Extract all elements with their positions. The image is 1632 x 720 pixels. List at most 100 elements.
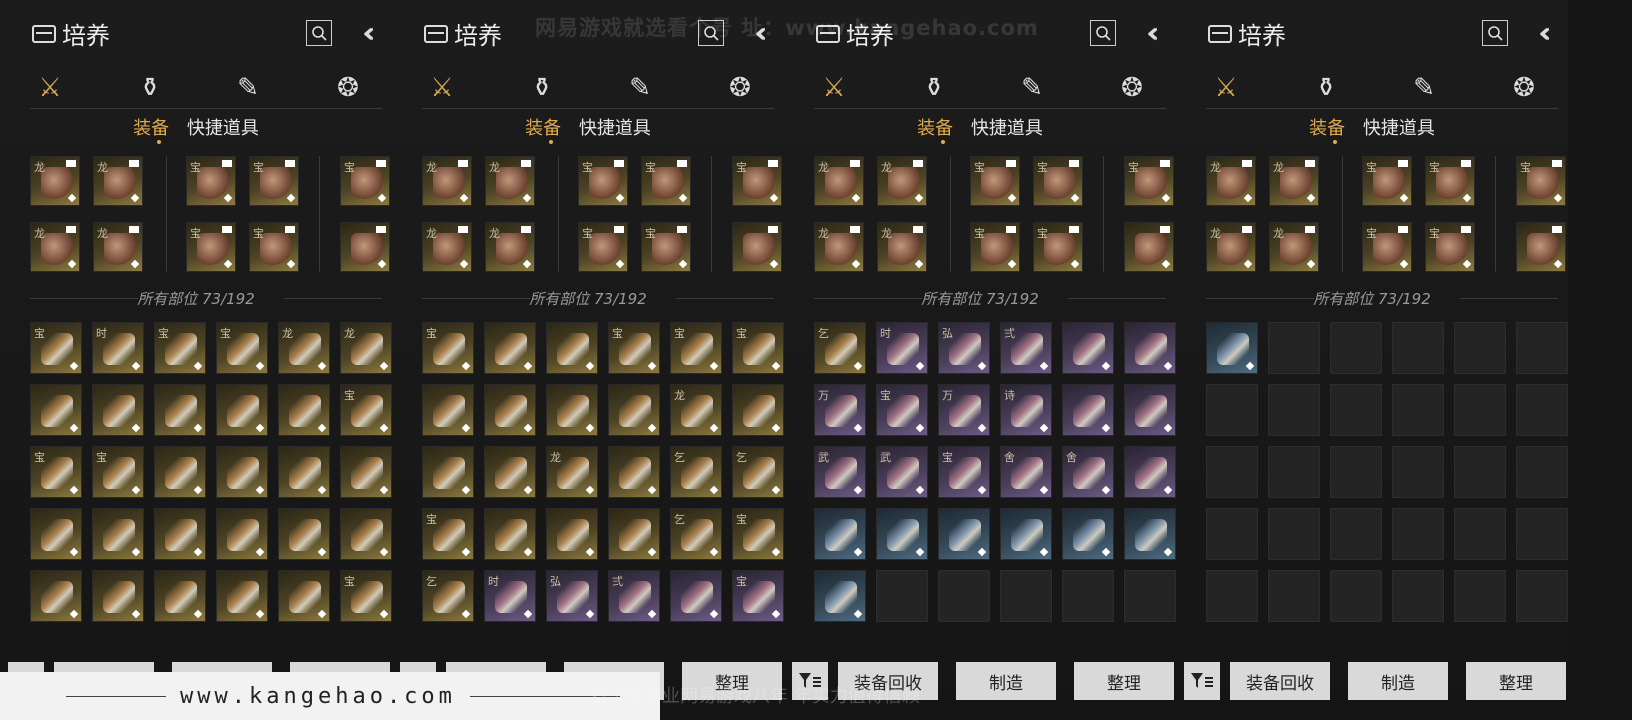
- inventory-slot[interactable]: [1330, 384, 1382, 436]
- inventory-slot[interactable]: [1392, 384, 1444, 436]
- inventory-slot[interactable]: 宝: [422, 508, 474, 560]
- equipped-slot[interactable]: 宝: [249, 222, 299, 272]
- inventory-slot[interactable]: [1454, 322, 1506, 374]
- equipped-slot[interactable]: 宝: [1124, 156, 1174, 206]
- inventory-slot[interactable]: 宝: [876, 384, 928, 436]
- inventory-slot[interactable]: [1124, 446, 1176, 498]
- inventory-slot[interactable]: [1000, 508, 1052, 560]
- inventory-slot[interactable]: [1124, 322, 1176, 374]
- equipped-slot[interactable]: 宝: [340, 156, 390, 206]
- inventory-slot[interactable]: [30, 570, 82, 622]
- inventory-slot[interactable]: 宝: [732, 570, 784, 622]
- equipped-slot[interactable]: 宝: [732, 156, 782, 206]
- equipped-slot[interactable]: 宝: [578, 156, 628, 206]
- equipped-slot[interactable]: 龙: [877, 222, 927, 272]
- equipped-slot[interactable]: 宝: [970, 156, 1020, 206]
- back-arrows-icon[interactable]: ‹‹‹: [362, 16, 375, 49]
- equipped-slot[interactable]: 龙: [30, 156, 80, 206]
- equipped-slot[interactable]: 龙: [1206, 222, 1256, 272]
- inventory-slot[interactable]: [340, 508, 392, 560]
- inventory-slot[interactable]: [216, 508, 268, 560]
- inventory-slot[interactable]: [1392, 322, 1444, 374]
- inventory-slot[interactable]: [92, 384, 144, 436]
- equipped-slot[interactable]: 宝: [1033, 222, 1083, 272]
- inventory-slot[interactable]: 宝: [340, 570, 392, 622]
- inventory-slot[interactable]: 弍: [608, 570, 660, 622]
- inventory-slot[interactable]: [216, 570, 268, 622]
- inventory-slot[interactable]: 万: [938, 384, 990, 436]
- tab-equipment[interactable]: 装备: [133, 118, 169, 139]
- inventory-slot[interactable]: 弍: [1000, 322, 1052, 374]
- equipped-slot[interactable]: 龙: [422, 156, 472, 206]
- inventory-slot[interactable]: 时: [92, 322, 144, 374]
- crossed-swords-icon[interactable]: ⚔: [424, 70, 460, 106]
- scroll-icon[interactable]: ✎: [622, 70, 658, 106]
- inventory-slot[interactable]: [1062, 508, 1114, 560]
- equipped-slot[interactable]: 龙: [485, 156, 535, 206]
- inventory-slot[interactable]: [938, 508, 990, 560]
- inventory-slot[interactable]: [422, 384, 474, 436]
- pouch-icon[interactable]: ⚱: [916, 70, 952, 106]
- inventory-slot[interactable]: 武: [814, 446, 866, 498]
- equipped-slot[interactable]: 宝: [186, 156, 236, 206]
- inventory-slot[interactable]: [484, 322, 536, 374]
- inventory-slot[interactable]: [1516, 508, 1568, 560]
- inventory-slot[interactable]: [1206, 446, 1258, 498]
- inventory-slot[interactable]: [1268, 508, 1320, 560]
- inventory-slot[interactable]: 诗: [1000, 384, 1052, 436]
- equipped-slot[interactable]: 宝: [1033, 156, 1083, 206]
- inventory-slot[interactable]: [278, 570, 330, 622]
- inventory-slot[interactable]: 宝: [92, 446, 144, 498]
- inventory-slot[interactable]: [92, 570, 144, 622]
- inventory-slot[interactable]: [1516, 570, 1568, 622]
- scroll-icon[interactable]: ✎: [230, 70, 266, 106]
- equipped-slot[interactable]: [732, 222, 782, 272]
- inventory-slot[interactable]: [1330, 508, 1382, 560]
- tab-quick-items[interactable]: 快捷道具: [1363, 118, 1435, 139]
- back-arrows-icon[interactable]: ‹‹‹: [1146, 16, 1159, 49]
- inventory-slot[interactable]: [1124, 384, 1176, 436]
- inventory-slot[interactable]: 龙: [340, 322, 392, 374]
- inventory-slot[interactable]: [92, 508, 144, 560]
- inventory-slot[interactable]: [278, 384, 330, 436]
- inventory-slot[interactable]: [546, 508, 598, 560]
- equipped-slot[interactable]: 宝: [970, 222, 1020, 272]
- pouch-icon[interactable]: ⚱: [132, 70, 168, 106]
- inventory-slot[interactable]: [814, 508, 866, 560]
- search-button[interactable]: [1482, 20, 1508, 46]
- token-icon[interactable]: ❂: [330, 70, 366, 106]
- equipped-slot[interactable]: 龙: [814, 222, 864, 272]
- search-button[interactable]: [306, 20, 332, 46]
- inventory-slot[interactable]: [154, 446, 206, 498]
- inventory-slot[interactable]: 舍: [1000, 446, 1052, 498]
- inventory-slot[interactable]: 乞: [670, 508, 722, 560]
- inventory-slot[interactable]: 龙: [670, 384, 722, 436]
- inventory-slot[interactable]: [1062, 570, 1114, 622]
- tab-quick-items[interactable]: 快捷道具: [579, 118, 651, 139]
- inventory-slot[interactable]: 宝: [938, 446, 990, 498]
- equipped-slot[interactable]: 宝: [1516, 156, 1566, 206]
- inventory-slot[interactable]: 弘: [938, 322, 990, 374]
- tab-quick-items[interactable]: 快捷道具: [187, 118, 259, 139]
- inventory-slot[interactable]: [30, 384, 82, 436]
- pouch-icon[interactable]: ⚱: [1308, 70, 1344, 106]
- inventory-slot[interactable]: 武: [876, 446, 928, 498]
- inventory-slot[interactable]: [1392, 508, 1444, 560]
- inventory-slot[interactable]: [1392, 570, 1444, 622]
- inventory-slot[interactable]: [1124, 508, 1176, 560]
- tab-equipment[interactable]: 装备: [917, 118, 953, 139]
- inventory-slot[interactable]: [546, 322, 598, 374]
- inventory-slot[interactable]: 弘: [546, 570, 598, 622]
- inventory-slot[interactable]: [608, 446, 660, 498]
- inventory-slot[interactable]: [1330, 322, 1382, 374]
- inventory-slot[interactable]: [1516, 322, 1568, 374]
- inventory-slot[interactable]: [1206, 322, 1258, 374]
- inventory-slot[interactable]: [154, 570, 206, 622]
- inventory-slot[interactable]: [608, 508, 660, 560]
- inventory-slot[interactable]: [1062, 322, 1114, 374]
- equipped-slot[interactable]: [340, 222, 390, 272]
- crossed-swords-icon[interactable]: ⚔: [816, 70, 852, 106]
- inventory-slot[interactable]: 龙: [546, 446, 598, 498]
- inventory-slot[interactable]: [1454, 508, 1506, 560]
- recycle-button[interactable]: 装备回收: [1230, 662, 1330, 700]
